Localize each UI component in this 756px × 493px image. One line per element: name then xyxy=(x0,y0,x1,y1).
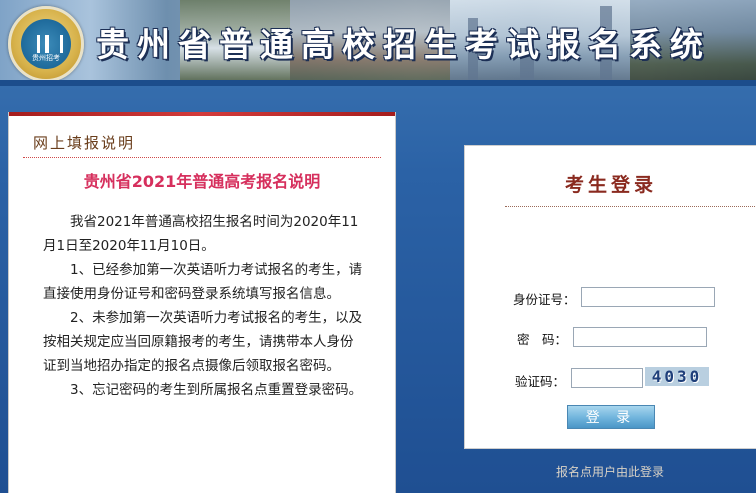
info-panel: 网上填报说明 贵州省2021年普通高考报名说明 我省2021年普通高校招生报名时… xyxy=(8,112,396,493)
captcha-input[interactable] xyxy=(571,368,643,388)
id-number-input[interactable] xyxy=(581,287,715,307)
password-input[interactable] xyxy=(573,327,707,347)
captcha-image[interactable]: 4030 xyxy=(645,367,709,386)
banner-title: 贵州省普通高校招生考试报名系统 xyxy=(96,25,711,64)
logo-emblem-icon: 贵州招考 xyxy=(21,19,71,69)
login-panel: 考生登录 身份证号： 密 码： 验证码： 4030 登 录 xyxy=(464,145,756,449)
header-banner: 贵州招考 贵州省普通高校招生考试报名系统 xyxy=(0,0,756,80)
logo-bars xyxy=(37,35,63,53)
info-paragraph: 3、忘记密码的考生到所属报名点重置登录密码。 xyxy=(70,382,363,398)
info-panel-body: 我省2021年普通高校招生报名时间为2020年11月1日至2020年11月10日… xyxy=(43,210,363,402)
info-paragraph: 2、未参加第一次英语听力考试报名的考生，以及按相关规定应当回原籍报考的考生，请携… xyxy=(43,310,363,374)
info-paragraph: 我省2021年普通高校招生报名时间为2020年11月1日至2020年11月10日… xyxy=(43,214,359,254)
login-divider xyxy=(505,206,756,207)
id-number-label: 身份证号： xyxy=(513,292,576,307)
login-title: 考生登录 xyxy=(564,174,657,196)
info-panel-title: 贵州省2021年普通高考报名说明 xyxy=(83,172,321,191)
header-band xyxy=(0,80,756,86)
password-label: 密 码： xyxy=(517,332,568,347)
info-panel-header: 网上填报说明 xyxy=(33,134,136,152)
registration-site-login-link[interactable]: 报名点用户由此登录 xyxy=(556,463,664,480)
site-logo: 贵州招考 xyxy=(8,6,84,80)
captcha-label: 验证码： xyxy=(515,374,566,389)
login-button[interactable]: 登 录 xyxy=(567,405,655,429)
info-divider xyxy=(23,157,381,158)
info-paragraph: 1、已经参加第一次英语听力考试报名的考生，请直接使用身份证号和密码登录系统填写报… xyxy=(43,262,363,302)
logo-text: 贵州招考 xyxy=(32,54,60,62)
